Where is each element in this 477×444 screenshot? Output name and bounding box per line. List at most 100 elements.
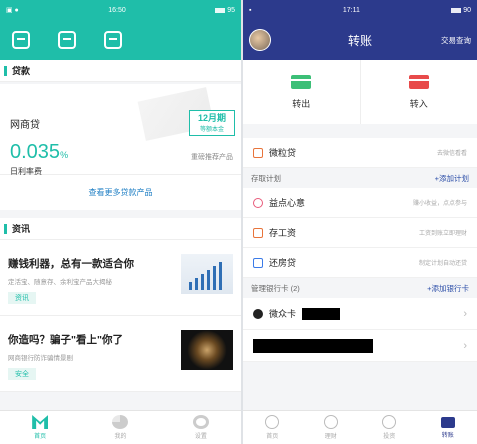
micro-loan-sub: 去微信看看 <box>436 151 467 157</box>
transfer-out-label: 转出 <box>292 98 311 109</box>
tab-invest[interactable]: 投资 <box>360 411 419 444</box>
right-screen: ▪ 17:11 90 转账 交易查询 转出 转入 微粒贷 去微信看看 存取计划 … <box>243 0 477 444</box>
battery-percent: 90 <box>463 6 471 14</box>
signal-icon <box>215 7 226 13</box>
redacted-card-info <box>253 338 373 353</box>
tab-label: 首页 <box>34 434 47 440</box>
tab-transfer[interactable]: 转账 <box>419 411 477 444</box>
transfer-out-button[interactable]: 转出 <box>243 60 360 124</box>
news-tag: 安全 <box>8 368 36 380</box>
avatar[interactable] <box>249 29 271 51</box>
micro-loan-row[interactable]: 微粒贷 去微信看看 <box>243 138 477 168</box>
plan-sub: 赚小收益，点点参与 <box>412 201 467 207</box>
plan-label: 还房贷 <box>269 258 297 268</box>
status-bar: ▪ 17:11 90 <box>243 0 477 20</box>
plans-header: 存取计划 +添加计划 <box>243 168 477 188</box>
plan-sub: 工资到账立即理财 <box>418 231 467 237</box>
plan-row[interactable]: 还房贷 制定计划自动还贷 <box>243 248 477 278</box>
house-icon <box>253 257 263 268</box>
add-card-button[interactable]: +添加银行卡 <box>427 283 469 294</box>
signal-icon <box>451 7 462 13</box>
news-thumbnail <box>181 330 233 370</box>
chevron-right-icon: › <box>463 307 467 320</box>
plan-row[interactable]: 益点心意 赚小收益，点点参与 <box>243 188 477 218</box>
left-tab-bar: 首页 我的 设置 <box>0 410 241 444</box>
tab-label: 投资 <box>383 434 396 440</box>
chevron-right-icon: › <box>463 339 467 352</box>
cards-count: (2) <box>290 283 300 293</box>
transfer-in-icon <box>408 74 429 89</box>
loans-title-text: 贷款 <box>12 66 31 76</box>
bank-logo-icon <box>253 308 263 319</box>
cards-title: 管理银行卡 (2) <box>251 283 300 294</box>
bank-card-row[interactable]: 微众卡 › <box>243 298 477 330</box>
wallet-icon <box>253 227 263 238</box>
right-header: 转账 交易查询 <box>243 20 477 60</box>
more-loans-link[interactable]: 查看更多贷款产品 <box>0 174 241 210</box>
tab-settings[interactable]: 设置 <box>161 411 241 444</box>
add-plan-button[interactable]: +添加计划 <box>435 173 469 184</box>
tab-label: 理财 <box>324 434 337 440</box>
news-title-text: 资讯 <box>12 224 31 234</box>
edit-icon[interactable] <box>58 31 76 49</box>
tab-finance[interactable]: 理财 <box>302 411 361 444</box>
cards-header: 管理银行卡 (2) +添加银行卡 <box>243 278 477 298</box>
plans-title: 存取计划 <box>251 173 281 183</box>
section-marker <box>4 223 7 234</box>
tab-home[interactable]: 首页 <box>0 411 80 444</box>
micro-loan-label: 微粒贷 <box>269 148 297 158</box>
compass-icon <box>382 415 397 429</box>
loan-card[interactable]: 网商贷 0.035% 日利率费 12月期 等额本金 重磅推荐产品 <box>0 84 241 176</box>
card-label: 微众卡 <box>269 309 297 319</box>
loan-icon <box>253 147 263 158</box>
loans-section-title: 贷款 <box>0 60 241 82</box>
section-marker <box>4 65 7 76</box>
bill-icon[interactable] <box>104 31 122 49</box>
loan-recommend: 重磅推荐产品 <box>191 154 233 161</box>
person-icon <box>323 415 338 429</box>
tab-label: 我的 <box>114 434 127 440</box>
transfer-in-button[interactable]: 转入 <box>359 60 477 124</box>
plan-row[interactable]: 存工资 工资到账立即理财 <box>243 218 477 248</box>
loan-period-badge: 12月期 等额本金 <box>189 110 235 136</box>
status-bar: ▣ ● 16:50 95 <box>0 0 241 20</box>
bank-card-row[interactable]: › <box>243 330 477 362</box>
plan-label: 益点心意 <box>269 198 306 208</box>
right-tab-bar: 首页 理财 投资 转账 <box>243 410 477 444</box>
plan-label: 存工资 <box>269 228 297 238</box>
news-section-title: 资讯 <box>0 218 241 240</box>
tab-label: 转账 <box>441 432 454 439</box>
tab-label: 设置 <box>194 434 207 440</box>
tab-mine[interactable]: 我的 <box>80 411 160 444</box>
loan-period-sub: 等额本金 <box>199 127 224 133</box>
transfer-out-icon <box>291 74 312 89</box>
redacted-card-number <box>302 307 341 320</box>
status-left: ▪ <box>249 6 252 14</box>
transfer-panel: 转出 转入 <box>243 60 477 124</box>
status-time: 16:50 <box>108 6 126 14</box>
card-icon <box>440 416 455 428</box>
pie-chart-icon <box>112 415 129 429</box>
news-item[interactable]: 你造吗？骗子"看上"你了 网商银行防诈骗情景剧 安全 <box>0 316 241 392</box>
transfer-icon[interactable] <box>12 31 30 49</box>
news-item[interactable]: 赚钱利器，总有一款适合你 定活宝、随意存、余利宝产品大揭秘 资讯 <box>0 240 241 316</box>
status-icons: 95 <box>215 7 235 14</box>
loan-rate-label: 日利率费 <box>10 167 42 176</box>
gear-icon <box>192 415 209 429</box>
loan-rate-value: 0.035 <box>10 141 61 163</box>
loan-period: 12月期 <box>197 113 226 123</box>
left-header <box>0 20 241 60</box>
loan-rate-unit: % <box>60 150 69 160</box>
transaction-query-link[interactable]: 交易查询 <box>441 35 471 46</box>
clock-icon <box>265 415 280 429</box>
left-screen: ▣ ● 16:50 95 贷款 网商贷 0.035% 日利率费 12月期 等额本… <box>0 0 241 444</box>
home-icon <box>32 415 49 429</box>
plan-sub: 制定计划自动还贷 <box>418 261 467 267</box>
heart-icon <box>253 197 263 208</box>
page-title: 转账 <box>347 33 373 48</box>
tab-home[interactable]: 首页 <box>243 411 302 444</box>
status-left-dot: ▣ ● <box>6 7 19 14</box>
news-tag: 资讯 <box>8 292 36 304</box>
status-icons: 90 <box>451 7 471 14</box>
